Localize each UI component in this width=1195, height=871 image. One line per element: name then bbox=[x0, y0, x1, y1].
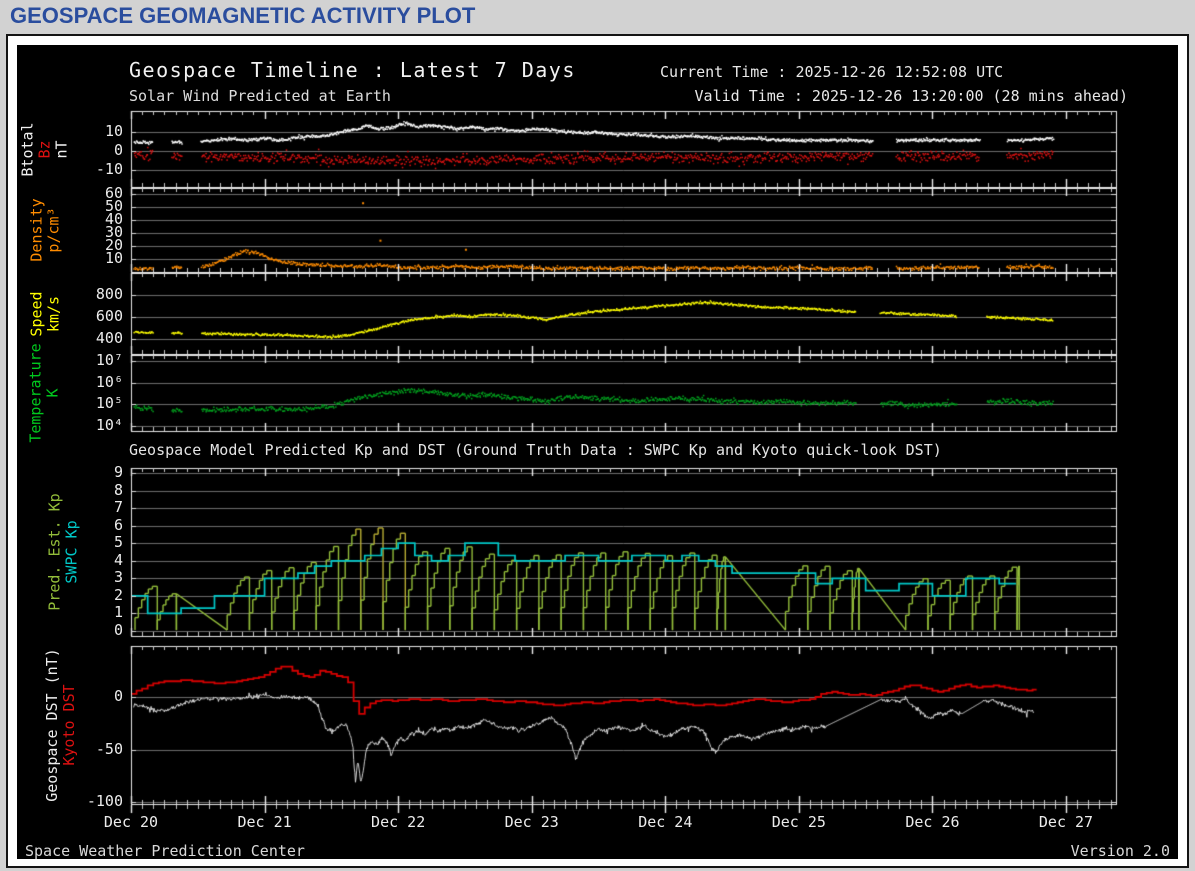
axis-label-line: Geospace DST (nT) bbox=[43, 648, 61, 802]
axis-label-line: nT bbox=[52, 139, 71, 159]
x-tick-label: Dec 26 bbox=[905, 813, 960, 831]
x-tick-label: Dec 24 bbox=[638, 813, 693, 831]
panel-axis-label-temperature: Temperature K bbox=[20, 343, 70, 442]
panel-axis-label-kp: Pred. Est. Kp SWPC Kp bbox=[39, 468, 89, 636]
axis-label-line: Speed bbox=[28, 290, 46, 337]
panel-axis-label-speed: Speed km/s bbox=[21, 273, 71, 354]
axis-label-line: K bbox=[44, 388, 62, 398]
page-header: GEOSPACE GEOMAGNETIC ACTIVITY PLOT bbox=[10, 3, 475, 33]
footer-version: Version 2.0 bbox=[1070, 842, 1170, 860]
page-title: GEOSPACE GEOMAGNETIC ACTIVITY PLOT bbox=[10, 3, 476, 28]
plot-window: Geospace Timeline : Latest 7 Days Curren… bbox=[6, 34, 1189, 868]
x-tick-label: Dec 25 bbox=[771, 813, 826, 831]
axis-label-line: p/cm³ bbox=[45, 207, 63, 253]
axis-label-line: Btotal bbox=[18, 121, 37, 177]
x-tick-label: Dec 20 bbox=[103, 813, 159, 831]
axis-label-line: Temperature bbox=[27, 343, 45, 443]
x-tick-label: Dec 27 bbox=[1038, 813, 1094, 831]
axis-label-line: SWPC Kp bbox=[63, 520, 81, 584]
x-tick-label: Dec 22 bbox=[371, 813, 426, 831]
x-tick-label: Dec 21 bbox=[237, 813, 292, 831]
axis-label-line: Kyoto DST bbox=[60, 684, 78, 766]
axis-label-line: Pred. Est. Kp bbox=[46, 493, 64, 611]
panel-axis-label-density: Density p/cm³ bbox=[21, 188, 71, 272]
panel-axis-label-dst: Geospace DST (nT) Kyoto DST bbox=[36, 646, 86, 804]
axis-label-line: Bz bbox=[35, 139, 54, 159]
current-time-text: Current Time : 2025-12-26 12:52:08 UTC bbox=[660, 63, 1004, 81]
section-title: Geospace Model Predicted Kp and DST (Gro… bbox=[129, 441, 942, 459]
plot-title: Geospace Timeline : Latest 7 Days bbox=[129, 58, 576, 82]
footer-credit: Space Weather Prediction Center bbox=[25, 842, 305, 860]
axis-label-line: Density bbox=[28, 198, 46, 262]
valid-time-text: Valid Time : 2025-12-26 13:20:00 (28 min… bbox=[694, 87, 1128, 105]
plot-area: Geospace Timeline : Latest 7 Days Curren… bbox=[17, 45, 1178, 860]
axis-label-line: km/s bbox=[45, 295, 63, 332]
panel-axis-label-bfield: Btotal Bz nT bbox=[18, 111, 71, 187]
x-tick-label: Dec 23 bbox=[504, 813, 559, 831]
plot-subtitle: Solar Wind Predicted at Earth bbox=[129, 87, 391, 105]
